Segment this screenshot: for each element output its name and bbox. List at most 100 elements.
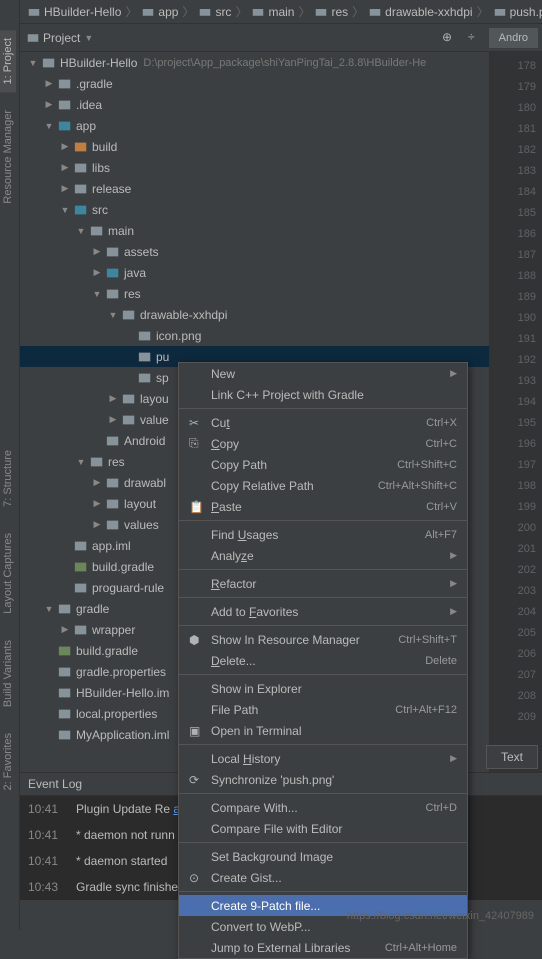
menu-shortcut: Ctrl+Alt+Shift+C <box>378 480 457 492</box>
expand-arrow-icon[interactable] <box>108 414 118 425</box>
expand-arrow-icon[interactable] <box>44 121 54 131</box>
tree-item[interactable]: res <box>20 283 489 304</box>
breadcrumb-item[interactable]: drawable-xxhdpi <box>365 5 475 19</box>
menu-item[interactable]: New▶ <box>179 363 467 384</box>
line-number: 185 <box>491 203 536 224</box>
expand-arrow-icon[interactable] <box>60 205 70 215</box>
expand-arrow-icon[interactable] <box>60 624 70 635</box>
menu-item[interactable]: Refactor▶ <box>179 573 467 594</box>
tree-label: libs <box>92 161 110 175</box>
menu-item[interactable]: Link C++ Project with Gradle <box>179 384 467 405</box>
menu-item[interactable]: Find UsagesAlt+F7 <box>179 524 467 545</box>
tree-item[interactable]: build <box>20 136 489 157</box>
menu-label: Link C++ Project with Gradle <box>211 388 457 402</box>
expand-arrow-icon[interactable] <box>60 162 70 173</box>
menu-item[interactable]: Local History▶ <box>179 748 467 769</box>
expand-arrow-icon[interactable] <box>92 267 102 278</box>
collapse-icon[interactable]: ÷ <box>468 30 484 46</box>
project-icon <box>41 56 57 70</box>
expand-arrow-icon[interactable] <box>60 141 70 152</box>
file-g-icon <box>57 644 73 658</box>
sidebar-tab-layout-captures[interactable]: Layout Captures <box>0 525 16 622</box>
expand-arrow-icon[interactable] <box>44 78 54 89</box>
tree-item[interactable]: src <box>20 199 489 220</box>
folder-icon <box>105 287 121 301</box>
dropdown-icon[interactable]: ▼ <box>84 33 93 43</box>
folder-blue-icon <box>57 119 73 133</box>
breadcrumb-item[interactable]: src <box>195 5 234 19</box>
tree-item[interactable]: release <box>20 178 489 199</box>
breadcrumb-item[interactable]: push.png <box>490 5 542 19</box>
tree-label: build <box>92 140 117 154</box>
menu-item[interactable]: Delete...Delete <box>179 650 467 671</box>
expand-arrow-icon[interactable] <box>60 183 70 194</box>
menu-item[interactable]: Show in Explorer <box>179 678 467 699</box>
menu-item[interactable]: Compare With...Ctrl+D <box>179 797 467 818</box>
expand-arrow-icon[interactable] <box>92 477 102 488</box>
menu-item[interactable]: Compare File with Editor <box>179 818 467 839</box>
menu-item[interactable]: ⎘CopyCtrl+C <box>179 433 467 454</box>
locate-icon[interactable]: ⊕ <box>442 30 458 46</box>
sidebar-tab-resource[interactable]: Resource Manager <box>0 102 16 212</box>
line-number: 180 <box>491 98 536 119</box>
menu-item-icon: ▣ <box>189 724 205 738</box>
expand-arrow-icon[interactable] <box>28 58 38 68</box>
menu-item[interactable]: ⟳Synchronize 'push.png' <box>179 769 467 790</box>
sidebar-tab-structure[interactable]: 7: Structure <box>0 442 16 515</box>
folder-icon <box>73 182 89 196</box>
menu-item[interactable]: 📋PasteCtrl+V <box>179 496 467 517</box>
menu-item[interactable]: Add to Favorites▶ <box>179 601 467 622</box>
menu-shortcut: Alt+F7 <box>425 529 457 541</box>
folder-icon <box>121 392 137 406</box>
text-tab[interactable]: Text <box>486 745 538 769</box>
menu-item[interactable]: Analyze▶ <box>179 545 467 566</box>
menu-label: Show in Explorer <box>211 682 457 696</box>
breadcrumb-item[interactable]: res <box>311 5 351 19</box>
sidebar-tab-favorites[interactable]: 2: Favorites <box>0 725 16 798</box>
tree-item[interactable]: HBuilder-HelloD:\project\App_package\shi… <box>20 52 489 73</box>
expand-arrow-icon[interactable] <box>92 246 102 257</box>
tree-item[interactable]: drawable-xxhdpi <box>20 304 489 325</box>
tree-label: main <box>108 224 134 238</box>
event-time: 10:41 <box>28 854 76 868</box>
tree-label: HBuilder-Hello.im <box>76 686 169 700</box>
line-number: 184 <box>491 182 536 203</box>
tree-item[interactable]: .gradle <box>20 73 489 94</box>
sidebar-tab-build-variants[interactable]: Build Variants <box>0 632 16 715</box>
menu-item[interactable]: Copy Relative PathCtrl+Alt+Shift+C <box>179 475 467 496</box>
toolbar-title[interactable]: Project <box>43 31 80 45</box>
expand-arrow-icon[interactable] <box>108 393 118 404</box>
breadcrumb-item[interactable]: main <box>248 5 297 19</box>
expand-arrow-icon[interactable] <box>92 519 102 530</box>
editor-tab[interactable]: Andro <box>489 28 538 48</box>
expand-arrow-icon[interactable] <box>44 99 54 110</box>
expand-arrow-icon[interactable] <box>92 289 102 299</box>
expand-arrow-icon[interactable] <box>108 310 118 320</box>
breadcrumb-separator: 〉 <box>298 3 310 20</box>
tree-item[interactable]: assets <box>20 241 489 262</box>
menu-item[interactable]: ⊙Create Gist... <box>179 867 467 888</box>
tree-hint: D:\project\App_package\shiYanPingTai_2.8… <box>143 57 426 69</box>
expand-arrow-icon[interactable] <box>76 226 86 236</box>
breadcrumb-item[interactable]: HBuilder-Hello <box>24 5 124 19</box>
menu-item[interactable]: File PathCtrl+Alt+F12 <box>179 699 467 720</box>
tree-item[interactable]: java <box>20 262 489 283</box>
expand-arrow-icon[interactable] <box>92 498 102 509</box>
sidebar-tab-project[interactable]: 1: Project <box>0 30 16 92</box>
expand-arrow-icon[interactable] <box>44 604 54 614</box>
menu-item[interactable]: ⬢Show In Resource ManagerCtrl+Shift+T <box>179 629 467 650</box>
menu-label: Compare File with Editor <box>211 822 457 836</box>
expand-arrow-icon[interactable] <box>76 457 86 467</box>
breadcrumb-item[interactable]: app <box>138 5 181 19</box>
menu-item[interactable]: ▣Open in Terminal <box>179 720 467 741</box>
tree-item[interactable]: main <box>20 220 489 241</box>
menu-item[interactable]: ✂CutCtrl+X <box>179 412 467 433</box>
menu-item[interactable]: Set Background Image <box>179 846 467 867</box>
tree-item[interactable]: icon.png <box>20 325 489 346</box>
menu-item[interactable]: Jump to External LibrariesCtrl+Alt+Home <box>179 937 467 958</box>
tree-item[interactable]: .idea <box>20 94 489 115</box>
folder-icon <box>105 518 121 532</box>
menu-item[interactable]: Copy PathCtrl+Shift+C <box>179 454 467 475</box>
tree-item[interactable]: libs <box>20 157 489 178</box>
tree-item[interactable]: app <box>20 115 489 136</box>
